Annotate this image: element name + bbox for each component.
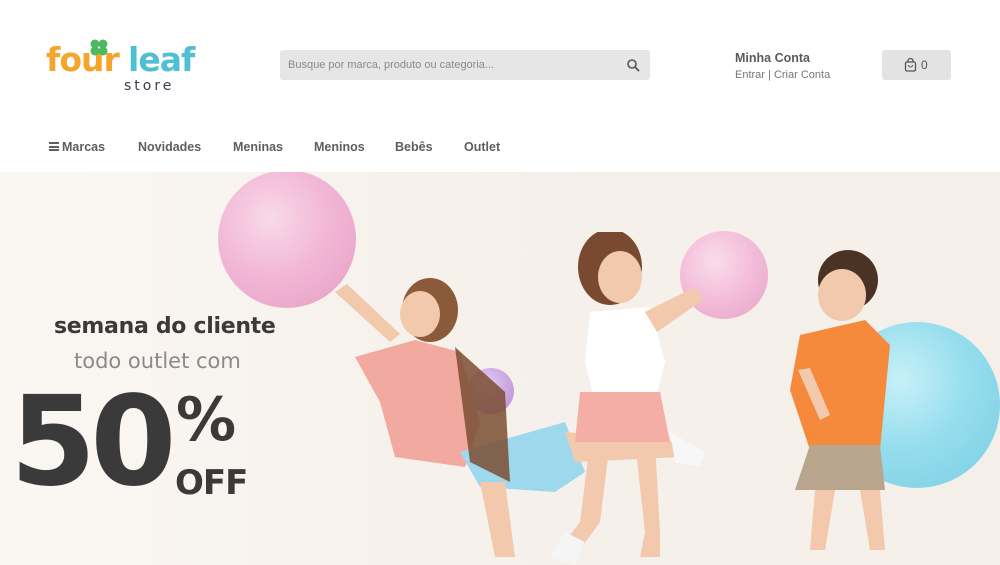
logo-letter: f [46, 40, 60, 79]
nav-item-marcas[interactable]: Marcas [49, 140, 105, 154]
logo-letter: f [180, 40, 195, 79]
store-logo[interactable]: four leaf store [46, 38, 206, 98]
logo-letter: o [59, 40, 82, 79]
search-bar [280, 50, 650, 80]
hero-banner[interactable]: semana do cliente todo outlet com 50 % O… [0, 172, 1000, 565]
logo-store-text: store [124, 78, 175, 94]
nav-item-outlet[interactable]: Outlet [464, 140, 500, 154]
promo-percent-sign: % [176, 385, 237, 455]
site-header: four leaf store Minha Conta Entrar | Cri… [0, 0, 1000, 172]
nav-item-label: Marcas [62, 140, 106, 154]
logo-letter: e [138, 40, 160, 79]
logo-letter: l [128, 40, 139, 79]
shopping-bag-icon [904, 58, 917, 72]
cart-count: 0 [921, 58, 928, 72]
account-separator: | [768, 69, 771, 81]
nav-item-novidades[interactable]: Novidades [138, 140, 201, 154]
menu-icon [49, 142, 59, 151]
child-boy-right [790, 250, 890, 550]
promo-off-label: OFF [175, 463, 248, 503]
logo-letter: a [159, 40, 182, 79]
register-link[interactable]: Criar Conta [774, 69, 830, 81]
search-input[interactable] [280, 50, 618, 80]
login-link[interactable]: Entrar [735, 69, 765, 81]
search-icon[interactable] [626, 58, 640, 72]
promo-discount-value: 50 [10, 370, 177, 514]
nav-item-bebes[interactable]: Bebês [395, 140, 433, 154]
account-block: Minha Conta Entrar | Criar Conta [735, 51, 830, 81]
child-girl-middle [550, 232, 703, 565]
nav-item-meninas[interactable]: Meninas [233, 140, 283, 154]
nav-item-meninos[interactable]: Meninos [314, 140, 365, 154]
clover-icon [90, 39, 108, 56]
promo-headline: semana do cliente [54, 314, 276, 339]
cart-button[interactable]: 0 [882, 50, 951, 80]
account-title[interactable]: Minha Conta [735, 51, 830, 65]
